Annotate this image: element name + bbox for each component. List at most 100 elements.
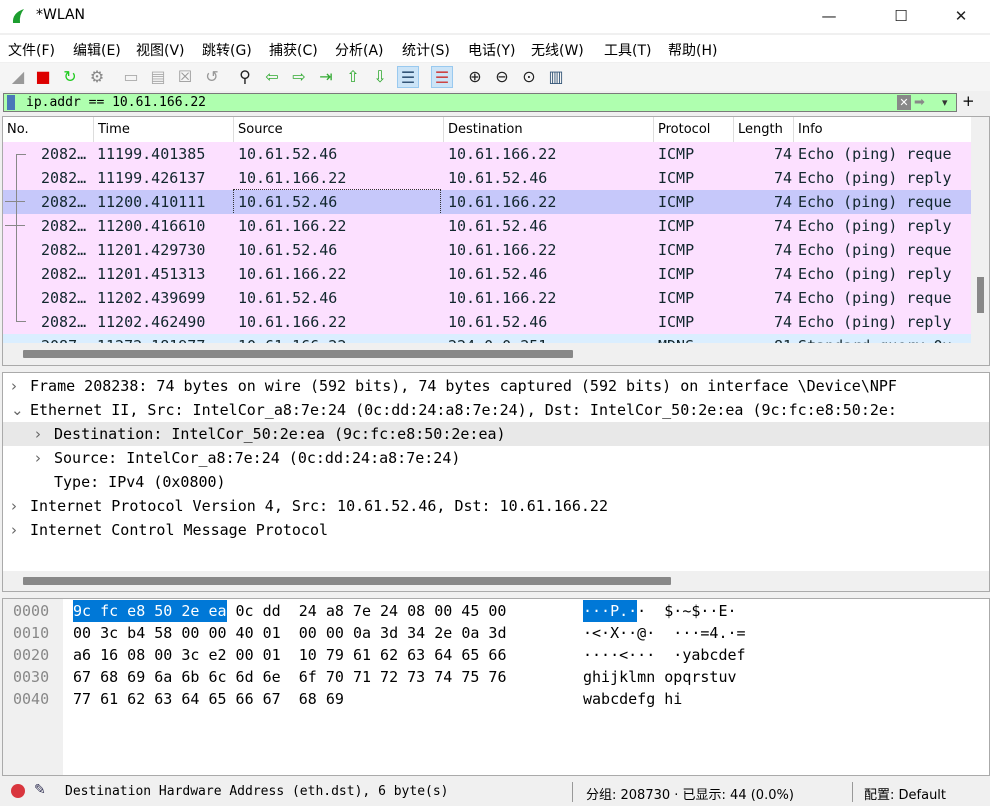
byte-offset: 0000	[13, 602, 50, 620]
minimize-button[interactable]: —	[806, 0, 852, 33]
hscroll-thumb[interactable]	[23, 350, 573, 358]
expert-info-icon[interactable]	[11, 784, 25, 798]
byte-ascii[interactable]: ····<··· ·yabcdef	[583, 644, 746, 666]
byte-hex[interactable]: 00 3c b4 58 00 00 40 01 00 00 0a 3d 34 2…	[73, 622, 506, 644]
packet-row[interactable]: 2082… 11201.451313 10.61.166.22 10.61.52.46…	[3, 262, 971, 286]
autoscroll-icon[interactable]: ☰	[397, 66, 419, 88]
byte-ascii[interactable]: wabcdefg hi	[583, 688, 682, 710]
packet-list-hscrollbar[interactable]	[3, 343, 971, 365]
detail-row[interactable]: › Source: IntelCor_a8:7e:24 (0c:dd:24:a8:…	[3, 446, 989, 470]
menu-1[interactable]: 编辑(E)	[73, 40, 121, 60]
maximize-button[interactable]: ☐	[878, 0, 924, 33]
go-forward-icon[interactable]: ⇨	[288, 66, 310, 88]
reply-arrow-icon	[5, 225, 25, 226]
packet-row[interactable]: 2082… 11200.416610 10.61.166.22 10.61.52.46…	[3, 214, 971, 238]
column-header-source[interactable]: Source	[234, 117, 444, 142]
column-header-time[interactable]: Time	[94, 117, 234, 142]
packet-row[interactable]: 2082… 11202.462490 10.61.166.22 10.61.52.46…	[3, 310, 971, 334]
menu-4[interactable]: 捕获(C)	[269, 40, 318, 60]
expander-icon[interactable]: ›	[35, 446, 41, 470]
detail-row[interactable]: › Frame 208238: 74 bytes on wire (592 bit…	[3, 374, 989, 398]
find-packet-icon[interactable]: ⚲	[234, 66, 256, 88]
packet-list-vscrollbar[interactable]	[971, 117, 989, 365]
menu-8[interactable]: 无线(W)	[531, 40, 584, 60]
expander-icon[interactable]: ›	[11, 374, 17, 398]
zoom-out-icon[interactable]: ⊖	[491, 66, 513, 88]
details-hscrollbar[interactable]	[3, 571, 989, 591]
packet-row[interactable]: 2082… 11202.439699 10.61.52.46 10.61.166.22…	[3, 286, 971, 310]
save-file-icon[interactable]: ▤	[147, 66, 169, 88]
expander-icon[interactable]: ›	[11, 518, 17, 542]
expander-icon[interactable]: ⌄	[11, 398, 24, 422]
vscroll-thumb[interactable]	[977, 277, 984, 313]
hscroll-thumb[interactable]	[23, 577, 671, 585]
zoom-normal-icon[interactable]: ⊙	[518, 66, 540, 88]
packet-row[interactable]: 2082… 11201.429730 10.61.52.46 10.61.166.22…	[3, 238, 971, 262]
colorize-icon[interactable]: ☰	[431, 66, 453, 88]
capture-options-icon[interactable]: ⚙	[86, 66, 108, 88]
packet-row[interactable]: 2082… 11199.401385 10.61.52.46 10.61.166.22…	[3, 142, 971, 166]
shark-fin-start-icon[interactable]: ◢	[7, 66, 29, 88]
expander-icon[interactable]: ›	[11, 494, 17, 518]
detail-row[interactable]: › Internet Control Message Protocol	[3, 518, 989, 542]
cell-no: 2082…	[41, 193, 87, 211]
main-toolbar: ◢ ■ ↻ ⚙ ▭ ▤ ☒ ↺ ⚲ ⇦ ⇨ ⇥ ⇧ ⇩ ☰ ☰ ⊕ ⊖ ⊙ ▥	[0, 63, 990, 91]
byte-hex[interactable]: 77 61 62 63 64 65 66 67 68 69	[73, 688, 344, 710]
byte-hex[interactable]: a6 16 08 00 3c e2 00 01 10 79 61 62 63 6…	[73, 644, 506, 666]
byte-ascii[interactable]: ghijklmn opqrstuv	[583, 666, 737, 688]
comment-icon[interactable]: ✎	[34, 782, 46, 798]
go-first-icon[interactable]: ⇧	[342, 66, 364, 88]
status-profile[interactable]: 配置: Default	[864, 784, 946, 803]
detail-text: Internet Control Message Protocol	[30, 521, 329, 539]
display-filter-bar[interactable]: ip.addr == 10.61.166.22 ✕ ➡ ▾	[3, 93, 957, 112]
detail-row[interactable]: Type: IPv4 (0x0800)	[3, 470, 989, 494]
go-to-packet-icon[interactable]: ⇥	[315, 66, 337, 88]
byte-hex-selected[interactable]: 9c fc e8 50 2e ea	[73, 600, 227, 622]
menu-0[interactable]: 文件(F)	[8, 40, 55, 60]
reload-file-icon[interactable]: ↺	[201, 66, 223, 88]
display-filter-input[interactable]: ip.addr == 10.61.166.22	[26, 94, 206, 111]
menu-9[interactable]: 工具(T)	[604, 40, 651, 60]
open-file-icon[interactable]: ▭	[120, 66, 142, 88]
go-last-icon[interactable]: ⇩	[369, 66, 391, 88]
filter-dropdown-icon[interactable]: ▾	[942, 94, 948, 111]
add-filter-button[interactable]: +	[962, 92, 975, 110]
menu-2[interactable]: 视图(V)	[136, 40, 185, 60]
menu-6[interactable]: 统计(S)	[402, 40, 450, 60]
column-header-destination[interactable]: Destination	[444, 117, 654, 142]
cell-info: Echo (ping) reque	[798, 193, 952, 211]
column-header-no[interactable]: No.	[3, 117, 94, 142]
byte-ascii-selected[interactable]: ···P.·	[583, 600, 638, 622]
menu-5[interactable]: 分析(A)	[335, 40, 384, 60]
close-button[interactable]: ✕	[938, 0, 984, 33]
menu-10[interactable]: 帮助(H)	[668, 40, 717, 60]
restart-capture-icon[interactable]: ↻	[59, 66, 81, 88]
byte-hex[interactable]: 0c dd 24 a8 7e 24 08 00 45 00	[227, 600, 507, 622]
clear-filter-icon[interactable]: ✕	[897, 95, 911, 110]
packet-row[interactable]: 2082… 11199.426137 10.61.166.22 10.61.52.46…	[3, 166, 971, 190]
byte-ascii[interactable]: · $·~$··E·	[637, 600, 736, 622]
close-file-icon[interactable]: ☒	[174, 66, 196, 88]
expander-icon[interactable]: ›	[35, 422, 41, 446]
byte-ascii[interactable]: ·<·X··@· ···=4.·=	[583, 622, 746, 644]
apply-filter-icon[interactable]: ➡	[914, 94, 925, 111]
column-header-length[interactable]: Length	[734, 117, 794, 142]
cell-destination: 10.61.52.46	[448, 313, 548, 331]
resize-columns-icon[interactable]: ▥	[545, 66, 567, 88]
column-header-info[interactable]: Info	[794, 117, 974, 142]
detail-row[interactable]: › Destination: IntelCor_50:2e:ea (9c:fc:e…	[3, 422, 989, 446]
detail-row[interactable]: ⌄ Ethernet II, Src: IntelCor_a8:7e:24 (0c…	[3, 398, 989, 422]
bytes-row: 0000 9c fc e8 50 2e ea 0c dd 24 a8 7e 24 …	[3, 600, 989, 622]
packet-row[interactable]: 2082… 11200.410111 10.61.52.46 10.61.166.22…	[3, 189, 971, 215]
zoom-in-icon[interactable]: ⊕	[464, 66, 486, 88]
menu-3[interactable]: 跳转(G)	[202, 40, 252, 60]
menu-7[interactable]: 电话(Y)	[468, 40, 515, 60]
column-header-protocol[interactable]: Protocol	[654, 117, 734, 142]
packet-details: › Frame 208238: 74 bytes on wire (592 bit…	[2, 372, 990, 592]
byte-hex[interactable]: 67 68 69 6a 6b 6c 6d 6e 6f 70 71 72 73 7…	[73, 666, 506, 688]
cell-protocol: ICMP	[658, 289, 695, 307]
go-back-icon[interactable]: ⇦	[261, 66, 283, 88]
stop-capture-icon[interactable]: ■	[32, 66, 54, 88]
bookmark-icon[interactable]	[7, 95, 15, 110]
detail-row[interactable]: › Internet Protocol Version 4, Src: 10.61…	[3, 494, 989, 518]
